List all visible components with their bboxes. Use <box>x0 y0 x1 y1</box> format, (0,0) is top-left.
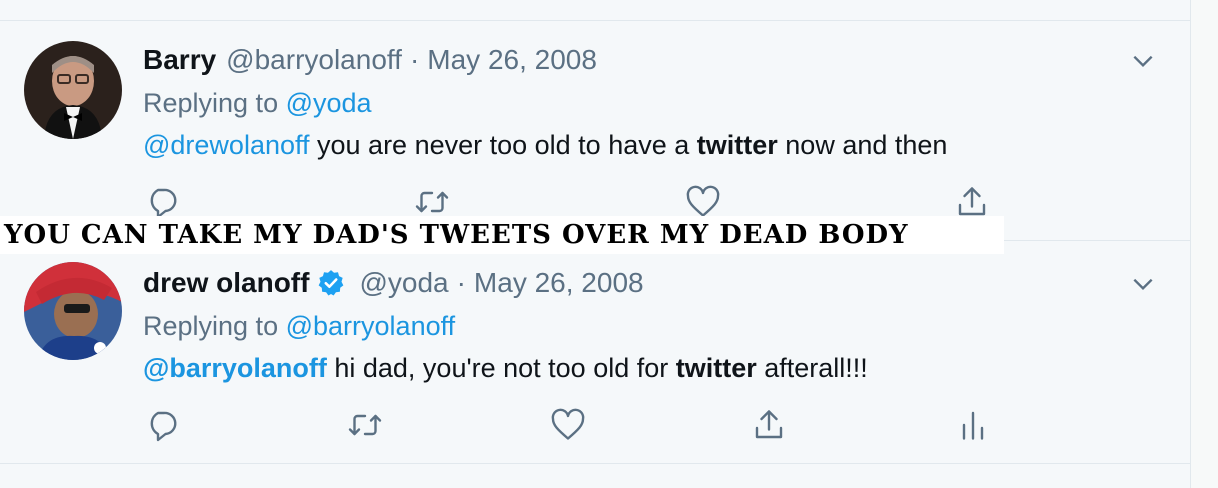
like-icon[interactable] <box>550 407 586 443</box>
separator-dot: · <box>456 267 466 298</box>
share-icon[interactable] <box>751 407 787 443</box>
tweet-text-part: you are never too old to have a <box>309 130 697 160</box>
user-handle[interactable]: @yoda <box>359 267 448 299</box>
tweet-bold-word: twitter <box>696 130 778 160</box>
tweet-text-part: afterall!!! <box>756 353 868 383</box>
like-icon[interactable] <box>685 184 721 220</box>
retweet-icon[interactable] <box>414 184 450 220</box>
tweet-bold-word: twitter <box>675 353 757 383</box>
replying-to: Replying to @barryolanoff <box>143 311 455 342</box>
share-icon[interactable] <box>954 184 990 220</box>
replying-to-link[interactable]: @barryolanoff <box>286 311 456 341</box>
replying-to-link[interactable]: @yoda <box>286 88 372 118</box>
analytics-icon[interactable] <box>955 407 991 443</box>
chevron-down-icon[interactable] <box>1130 271 1156 297</box>
tweet-text: @barryolanoff hi dad, you're not too old… <box>143 353 868 384</box>
user-handle[interactable]: @barryolanoff <box>226 44 402 76</box>
tweet-date[interactable]: May 26, 2008 <box>474 267 644 299</box>
replying-prefix: Replying to <box>143 88 279 118</box>
mention-link[interactable]: @drewolanoff <box>143 130 310 160</box>
avatar[interactable] <box>24 41 122 139</box>
tweet-drew[interactable]: drew olanoff @yoda · May 26, 2008 Replyi… <box>0 241 1190 463</box>
tweet-text-part: hi dad, you're not too old for <box>326 353 676 383</box>
reply-icon[interactable] <box>143 184 179 220</box>
separator-dot: · <box>409 44 420 75</box>
verified-badge-icon <box>317 269 345 297</box>
tweet-header: Barry @barryolanoff · May 26, 2008 <box>143 44 597 76</box>
chevron-down-icon[interactable] <box>1130 48 1156 74</box>
avatar[interactable] <box>24 262 122 360</box>
mention-link[interactable]: @barryolanoff <box>143 353 327 383</box>
replying-to: Replying to @yoda <box>143 88 372 119</box>
replying-prefix: Replying to <box>143 311 279 341</box>
display-name[interactable]: Barry <box>143 44 216 76</box>
tweet-date[interactable]: May 26, 2008 <box>427 44 597 76</box>
reply-icon[interactable] <box>143 407 179 443</box>
divider <box>0 463 1190 464</box>
tweet-text: @drewolanoff you are never too old to ha… <box>143 130 947 161</box>
tweet-text-part: now and then <box>777 130 948 160</box>
tweet-header: drew olanoff @yoda · May 26, 2008 <box>143 267 644 299</box>
meme-caption: YOU CAN TAKE MY DAD'S TWEETS OVER MY DEA… <box>0 216 1004 254</box>
retweet-icon[interactable] <box>347 407 383 443</box>
display-name[interactable]: drew olanoff <box>143 267 309 299</box>
tweet-barry[interactable]: Barry @barryolanoff · May 26, 2008 Reply… <box>0 20 1190 240</box>
